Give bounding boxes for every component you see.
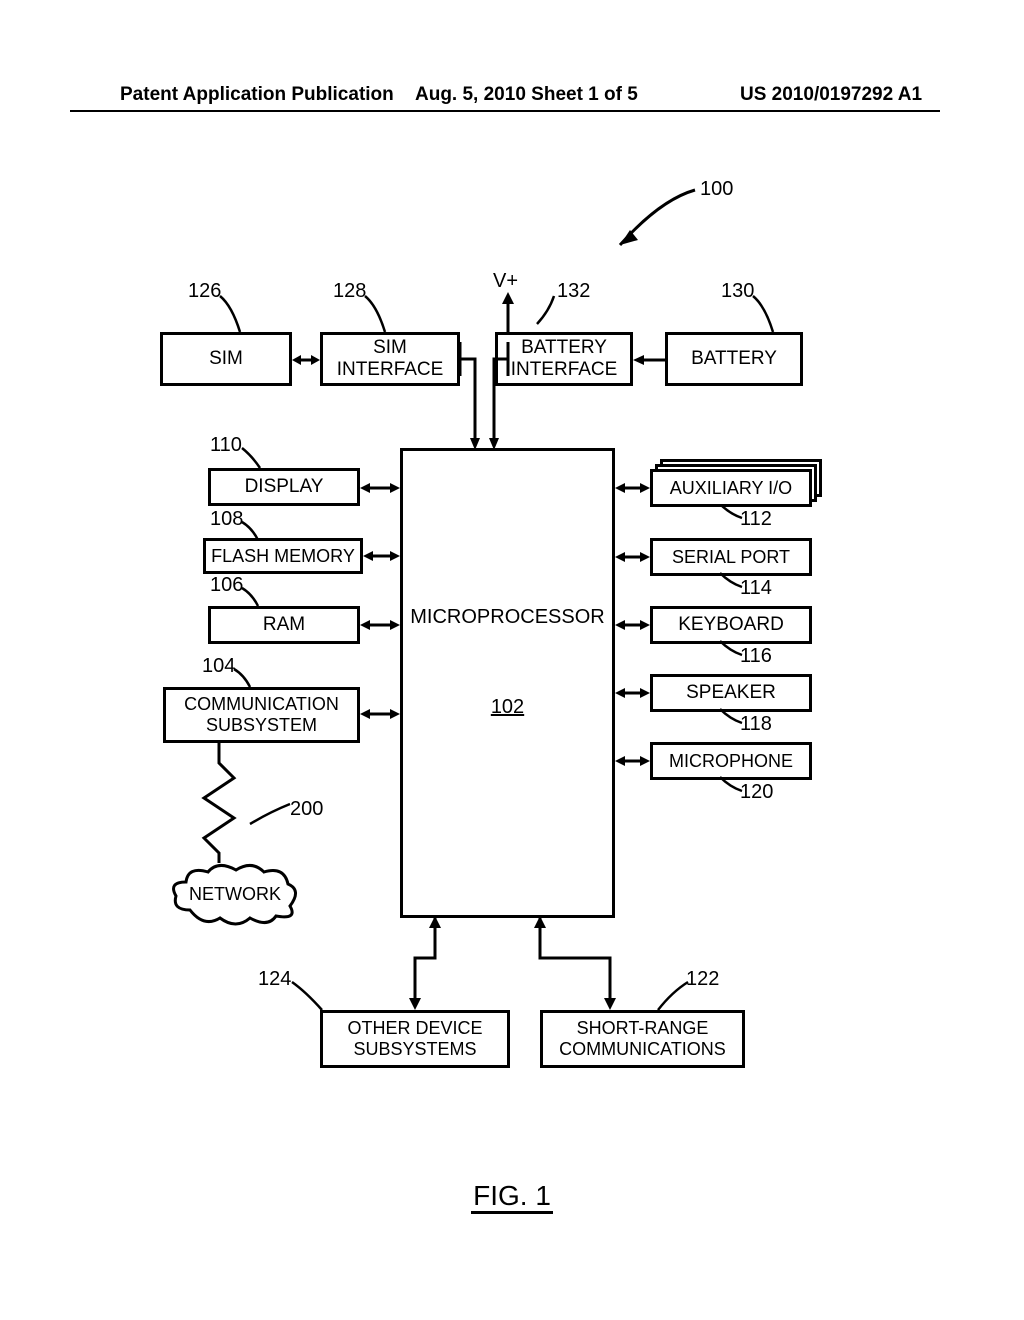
lead-116 [720,641,746,661]
ram-box: RAM [208,606,360,644]
lead-110 [242,448,270,470]
label-108: 108 [210,508,243,531]
diagram-container: 100 SIM SIM INTERFACE BATTERY INTERFACE … [0,150,1024,1210]
label-104: 104 [202,655,235,678]
arrow-sim-simiface [292,352,320,368]
display-box: DISPLAY [208,468,360,506]
sim-box: SIM [160,332,292,386]
arrow-display-micro [360,480,400,496]
network-cloud: NETWORK [170,862,300,926]
arrow-micro-mic [615,753,650,769]
battery-box: BATTERY [665,332,803,386]
label-102: 102 [491,696,524,719]
label-126: 126 [188,280,221,303]
lead-126 [220,296,260,336]
sim-interface-box: SIM INTERFACE [320,332,460,386]
publication-number: US 2010/0197292 A1 [740,84,922,106]
arrow-micro-speaker [615,685,650,701]
lead-104 [234,669,262,689]
lead-106 [242,588,270,608]
label-110: 110 [210,434,242,457]
lead-112 [720,504,746,524]
arrow-battery [633,352,665,368]
publication-text: Patent Application Publication [120,84,394,106]
label-124: 124 [258,968,291,991]
arrow-flash-micro [363,548,400,564]
label-128: 128 [333,280,366,303]
short-range-box: SHORT-RANGE COMMUNICATIONS [540,1010,745,1068]
lead-128 [365,296,405,336]
lead-118 [720,709,746,729]
label-200: 200 [290,798,323,821]
v-plus-arrow [500,290,520,336]
serial-port-box: SERIAL PORT [650,538,812,576]
keyboard-box: KEYBOARD [650,606,812,644]
microphone-box: MICROPHONE [650,742,812,780]
aux-io-box: AUXILIARY I/O [650,469,812,507]
date-sheet-text: Aug. 5, 2010 Sheet 1 of 5 [415,84,638,106]
label-130: 130 [721,280,754,303]
lead-130 [753,296,793,336]
header-divider [70,110,940,112]
label-100: 100 [700,178,733,201]
figure-label: FIG. 1 [0,1180,1024,1212]
lead-200 [250,804,294,828]
lead-124 [292,982,328,1012]
lead-120 [720,777,746,797]
arrow-micro-aux [615,480,650,496]
flash-box: FLASH MEMORY [203,538,363,574]
lead-108 [242,522,270,542]
arrow-micro-other [405,918,435,1010]
arrow-micro-serial [615,549,650,565]
microprocessor-text: MICROPROCESSOR [410,606,604,629]
label-106: 106 [210,574,243,597]
arrow-battiface-micro [480,332,520,452]
arrow-micro-shortrange [540,918,620,1010]
arrow-micro-keyboard [615,617,650,633]
lead-122 [658,982,694,1012]
arrow-ram-micro [360,617,400,633]
zigzag-comm-network [204,743,244,863]
network-text: NETWORK [189,884,281,905]
lead-114 [720,573,746,593]
other-subsystems-box: OTHER DEVICE SUBSYSTEMS [320,1010,510,1068]
arrow-comm-micro [360,706,400,722]
lead-132 [549,296,589,336]
speaker-box: SPEAKER [650,674,812,712]
comm-subsystem-box: COMMUNICATION SUBSYSTEM [163,687,360,743]
microprocessor-box: MICROPROCESSOR 102 [400,448,615,918]
